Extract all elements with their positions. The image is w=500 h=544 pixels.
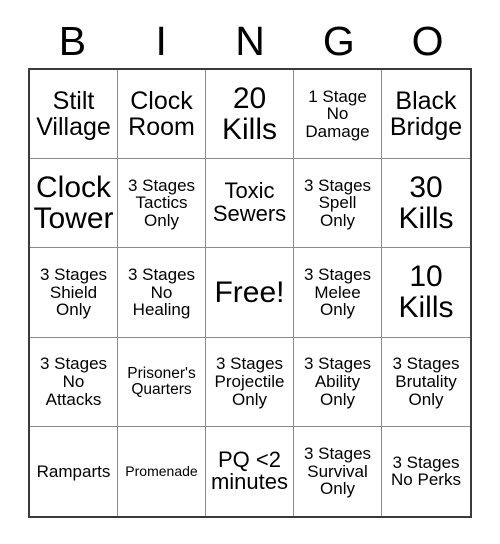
bingo-header-letter-i: I: [155, 17, 167, 64]
bingo-cell[interactable]: Clock Tower: [30, 159, 118, 249]
bingo-cell-label: Clock Room: [128, 87, 195, 142]
bingo-cell-label: 10 Kills: [398, 260, 454, 325]
bingo-cell-label: PQ <2 minutes: [210, 446, 289, 495]
bingo-header: B I N G O: [28, 14, 472, 68]
bingo-cell[interactable]: Ramparts: [30, 426, 118, 516]
bingo-cell[interactable]: Promenade: [118, 426, 206, 516]
bingo-cell-label: Stilt Village: [36, 87, 111, 142]
bingo-cell[interactable]: 1 Stage No Damage: [294, 70, 382, 160]
bingo-cell[interactable]: 30 Kills: [382, 159, 470, 249]
bingo-cell-label: 3 Stages Shield Only: [39, 264, 108, 320]
bingo-cell-label: Prisoner's Quarters: [127, 364, 196, 398]
bingo-cell-label: 3 Stages Spell Only: [303, 175, 372, 231]
bingo-cell-label: 3 Stages Projectile Only: [214, 354, 285, 409]
bingo-cell[interactable]: Clock Room: [118, 70, 206, 160]
bingo-cell-label: Ramparts: [36, 461, 111, 481]
bingo-cell-label: 3 Stages No Perks: [391, 452, 461, 490]
bingo-header-letter-o: O: [411, 17, 444, 64]
bingo-cell-label: Toxic Sewers: [212, 178, 287, 227]
bingo-cell[interactable]: 3 Stages Ability Only: [294, 337, 382, 427]
bingo-cell[interactable]: 3 Stages No Attacks: [30, 337, 118, 427]
bingo-cell[interactable]: Stilt Village: [30, 70, 118, 160]
bingo-cell[interactable]: 10 Kills: [382, 248, 470, 338]
bingo-cell-label: 3 Stages Tactics Only: [127, 175, 196, 231]
bingo-cell[interactable]: 20 Kills: [206, 70, 294, 160]
bingo-cell[interactable]: 3 Stages Projectile Only: [206, 337, 294, 427]
bingo-cell-label: Free!: [214, 275, 285, 309]
bingo-cell-label: 3 Stages Brutality Only: [392, 354, 460, 409]
bingo-header-letter-g: G: [322, 17, 355, 64]
bingo-cell[interactable]: 3 Stages Shield Only: [30, 248, 118, 338]
bingo-cell[interactable]: PQ <2 minutes: [206, 426, 294, 516]
bingo-cell[interactable]: 3 Stages Brutality Only: [382, 337, 470, 427]
bingo-card: B I N G O Stilt Village Clock Room 20 Ki…: [0, 0, 500, 544]
bingo-cell[interactable]: 3 Stages Survival Only: [294, 426, 382, 516]
bingo-cell[interactable]: Black Bridge: [382, 70, 470, 160]
bingo-cell-label: 20 Kills: [221, 81, 277, 147]
bingo-cell[interactable]: 3 Stages Melee Only: [294, 248, 382, 338]
bingo-cell[interactable]: 3 Stages No Perks: [382, 426, 470, 516]
bingo-cell-label: Clock Tower: [33, 171, 114, 236]
bingo-cell-label: 3 Stages Survival Only: [303, 443, 372, 499]
bingo-cell-label: 3 Stages No Attacks: [39, 354, 108, 409]
bingo-cell[interactable]: 3 Stages Tactics Only: [118, 159, 206, 249]
bingo-cell[interactable]: Prisoner's Quarters: [118, 337, 206, 427]
bingo-cell-label: Promenade: [125, 463, 198, 480]
bingo-header-letter-b: B: [58, 17, 87, 64]
bingo-cell-label: Black Bridge: [389, 87, 463, 142]
bingo-cell-label: 1 Stage No Damage: [305, 86, 370, 141]
bingo-grid: Stilt Village Clock Room 20 Kills 1 Stag…: [28, 68, 472, 518]
bingo-header-letter-n: N: [235, 17, 265, 64]
bingo-cell[interactable]: Toxic Sewers: [206, 159, 294, 249]
bingo-cell[interactable]: 3 Stages Spell Only: [294, 159, 382, 249]
bingo-cell-label: 3 Stages Ability Only: [303, 354, 372, 409]
bingo-cell-label: 3 Stages No Healing: [127, 264, 196, 320]
bingo-cell-label: 30 Kills: [398, 171, 454, 236]
bingo-cell[interactable]: 3 Stages No Healing: [118, 248, 206, 338]
bingo-cell-label: 3 Stages Melee Only: [303, 264, 372, 320]
bingo-cell-free[interactable]: Free!: [206, 248, 294, 338]
